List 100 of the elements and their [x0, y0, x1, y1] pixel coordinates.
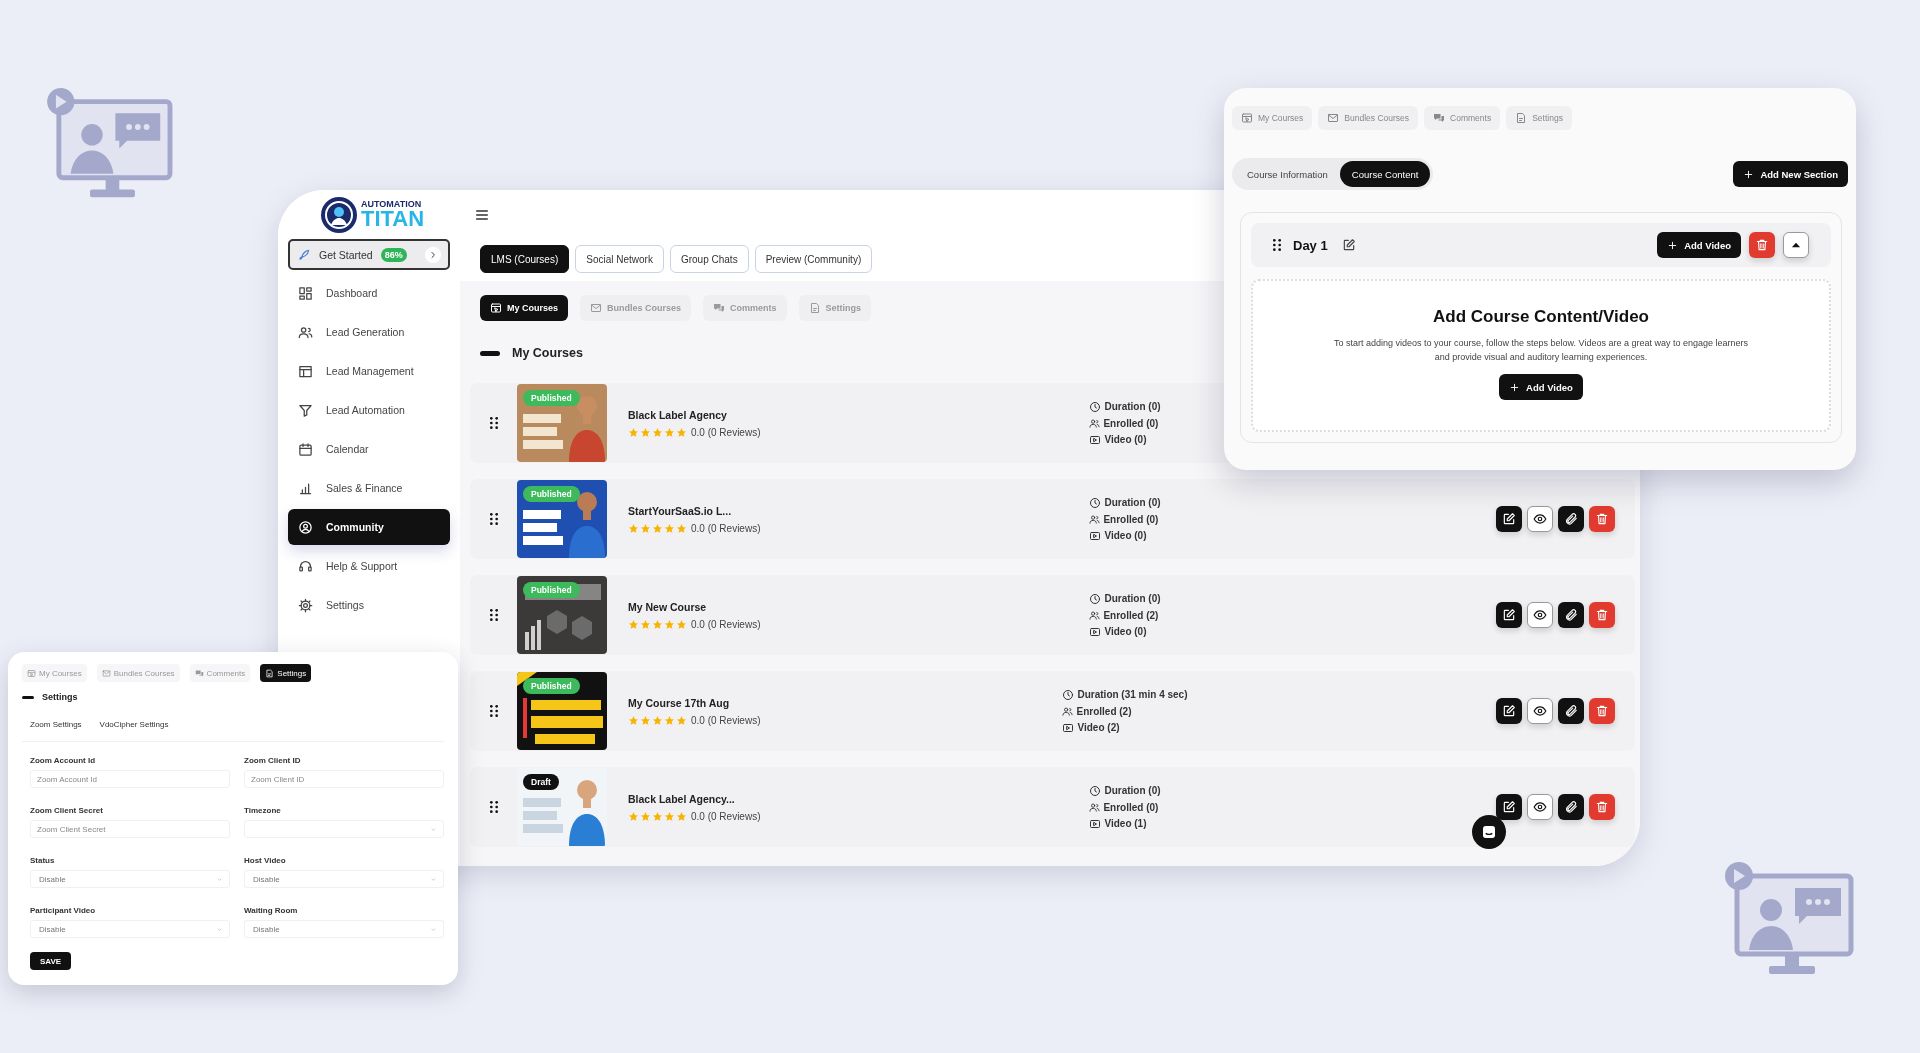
tab[interactable]: Group Chats [669, 245, 749, 273]
field-label: Participant Video [30, 906, 97, 916]
paperclip-icon [1564, 512, 1578, 526]
save-button[interactable]: SAVE [30, 952, 72, 970]
input-field[interactable]: Zoom Client ID [244, 770, 444, 788]
star-icon [628, 714, 639, 726]
clock-icon [1062, 688, 1075, 701]
attach-button[interactable] [1558, 602, 1584, 628]
select-field[interactable]: Disable [244, 870, 444, 888]
segment-tab[interactable]: Course Content [1339, 161, 1431, 187]
select-field[interactable] [244, 820, 444, 838]
delete-button[interactable] [1589, 698, 1615, 724]
chat-icon [713, 302, 726, 314]
segment-tab[interactable]: Course Information [1235, 161, 1340, 187]
funnel-icon [298, 402, 313, 418]
collapse-button[interactable] [1783, 232, 1809, 258]
edit-button[interactable] [1496, 506, 1522, 532]
tab[interactable]: Preview (Community) [754, 245, 873, 273]
edit-button[interactable] [1496, 602, 1522, 628]
sidebar-item[interactable]: Dashboard [288, 275, 450, 311]
tab[interactable]: Settings [260, 664, 312, 682]
rating-text: 0.0 (0 Reviews) [691, 714, 761, 726]
rating-text: 0.0 (0 Reviews) [691, 618, 761, 630]
settings-tab[interactable]: VdoCipher Settings [99, 720, 169, 729]
mail-icon [590, 302, 603, 314]
edit-button[interactable] [1496, 794, 1522, 820]
select-field[interactable]: Disable [30, 870, 230, 888]
duration-text: Duration (0) [1104, 401, 1161, 412]
view-button[interactable] [1527, 506, 1553, 532]
sidebar-item[interactable]: Lead Management [288, 353, 450, 389]
sidebar-item[interactable]: Sales & Finance [288, 470, 450, 506]
eye-icon [1533, 704, 1547, 718]
attach-button[interactable] [1558, 794, 1584, 820]
enrolled-text: Enrolled (2) [1103, 609, 1159, 621]
note-icon [1515, 112, 1528, 124]
star-icon [664, 810, 675, 822]
chevron-down-icon [430, 875, 437, 883]
sidebar-item[interactable]: Help & Support [288, 548, 450, 584]
course-title: Black Label Agency [628, 408, 728, 421]
attach-button[interactable] [1558, 698, 1584, 724]
window-icon [27, 668, 36, 678]
delete-button[interactable] [1589, 602, 1615, 628]
add-section-button[interactable]: Add New Section [1733, 161, 1848, 187]
input-field[interactable]: Zoom Account Id [30, 770, 230, 788]
edit-button[interactable] [1341, 238, 1356, 252]
get-started-button[interactable]: Get Started 86% [288, 239, 450, 270]
trash-icon [1595, 704, 1609, 718]
status-badge: Published [523, 390, 580, 406]
video-count-text: Video (2) [1077, 722, 1120, 733]
add-video-button[interactable]: Add Video [1499, 374, 1583, 400]
settings-icon [298, 597, 313, 613]
field-label: Zoom Account Id [30, 756, 97, 766]
plus-icon [1667, 239, 1679, 251]
star-icon [640, 618, 651, 630]
attach-button[interactable] [1558, 506, 1584, 532]
clock-icon [1089, 592, 1102, 605]
star-icon [652, 522, 663, 534]
delete-button[interactable] [1589, 506, 1615, 532]
section-title: My Courses [512, 346, 583, 360]
sidebar-item[interactable]: Calendar [288, 431, 450, 467]
eye-icon [1533, 512, 1547, 526]
trash-icon [1595, 608, 1609, 622]
tab[interactable]: My Courses [480, 295, 569, 321]
tab[interactable]: LMS (Courses) [480, 245, 570, 273]
enrolled-text: Enrolled (0) [1103, 417, 1159, 429]
sidebar-item[interactable]: Lead Automation [288, 392, 450, 428]
people-icon [1089, 801, 1101, 813]
sidebar-item[interactable]: Community [288, 509, 450, 545]
trash-icon [1755, 238, 1769, 252]
empty-state-text: To start adding videos to your course, follow the steps below. Videos are a great way to engage learners and provide visual and auditory learning experiences. [1332, 337, 1750, 364]
field-label: Zoom Client ID [244, 756, 302, 766]
star-icon [664, 426, 675, 438]
logo-text: AUTOMATION [361, 200, 423, 210]
people-icon [298, 324, 313, 340]
view-button[interactable] [1527, 794, 1553, 820]
view-button[interactable] [1527, 698, 1553, 724]
course-title: StartYourSaaS.io L... [628, 504, 733, 517]
note-icon [808, 302, 821, 314]
sidebar-item[interactable]: Settings [288, 587, 450, 623]
view-button[interactable] [1527, 602, 1553, 628]
star-icon [676, 714, 687, 726]
group-icon [298, 519, 313, 535]
field-label: Host Video [244, 856, 287, 866]
settings-tab[interactable]: Zoom Settings [30, 720, 82, 729]
tab[interactable]: Social Network [575, 245, 664, 273]
edit-button[interactable] [1496, 698, 1522, 724]
select-field[interactable]: Disable [244, 920, 444, 938]
duration-text: Duration (0) [1104, 785, 1161, 796]
duration-text: Duration (31 min 4 sec) [1077, 689, 1188, 700]
status-badge: Published [523, 582, 580, 598]
paperclip-icon [1564, 800, 1578, 814]
field-label: Timezone [244, 806, 282, 816]
add-video-button[interactable]: Add Video [1657, 232, 1741, 258]
select-field[interactable]: Disable [30, 920, 230, 938]
delete-button[interactable] [1589, 794, 1615, 820]
input-field[interactable]: Zoom Client Secret [30, 820, 230, 838]
sidebar-item[interactable]: Lead Generation [288, 314, 450, 350]
clock-icon [1089, 496, 1102, 509]
headset-icon [298, 558, 313, 574]
delete-button[interactable] [1749, 232, 1775, 258]
